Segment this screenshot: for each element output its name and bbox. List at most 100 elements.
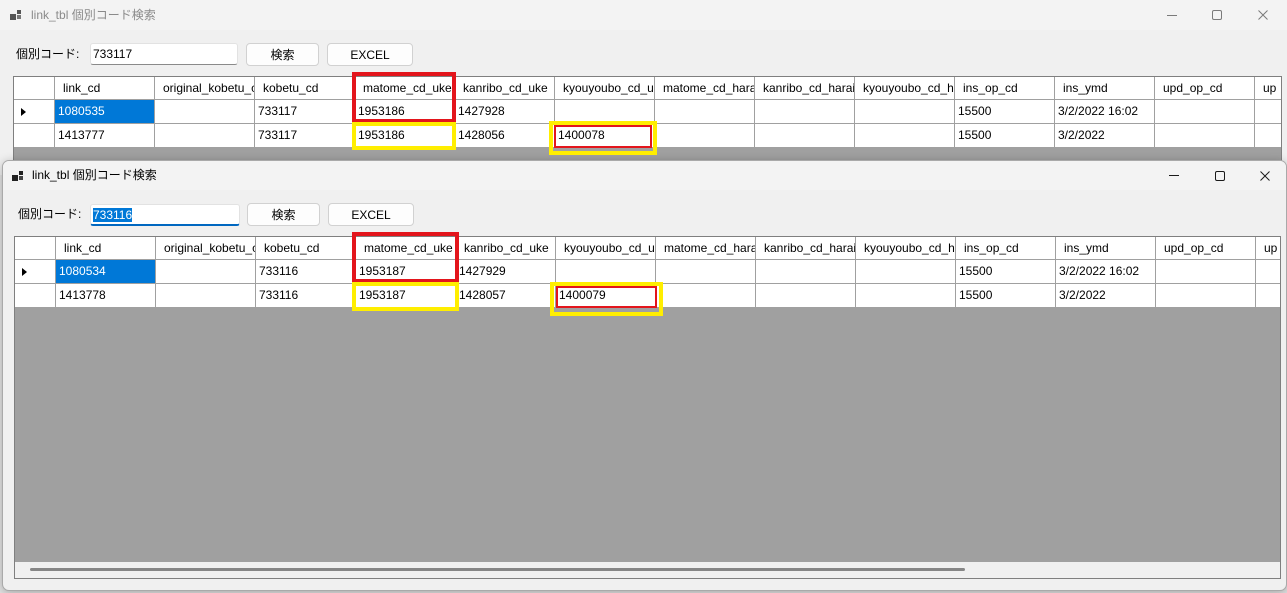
column-header-ins-ymd[interactable]: ins_ymd bbox=[1055, 77, 1155, 100]
cell-upd-op-cd[interactable] bbox=[1156, 284, 1256, 308]
column-header-kyouyoubo-cd-u[interactable]: kyouyoubo_cd_u bbox=[556, 237, 656, 260]
excel-export-button[interactable]: EXCEL bbox=[328, 203, 414, 226]
cell-kanribo-cd-harai[interactable] bbox=[756, 284, 856, 308]
column-header-kyouyoubo-cd-h[interactable]: kyouyoubo_cd_h bbox=[855, 77, 955, 100]
row-header[interactable] bbox=[15, 284, 56, 308]
cell-ins-ymd[interactable]: 3/2/2022 16:02 bbox=[1055, 100, 1155, 124]
cell-kyouyoubo-cd-h[interactable] bbox=[856, 260, 956, 284]
column-header-kyouyoubo-cd-u[interactable]: kyouyoubo_cd_u bbox=[555, 77, 655, 100]
cell-original-kobetu-c[interactable] bbox=[156, 284, 256, 308]
column-header-kobetu-cd[interactable]: kobetu_cd bbox=[255, 77, 355, 100]
column-header-ins-op-cd[interactable]: ins_op_cd bbox=[956, 237, 1056, 260]
cell-matome-cd-hara[interactable] bbox=[656, 260, 756, 284]
cell-kobetu-cd[interactable]: 733116 bbox=[256, 260, 356, 284]
cell-ins-op-cd[interactable]: 15500 bbox=[956, 260, 1056, 284]
cell-ins-op-cd[interactable]: 15500 bbox=[956, 284, 1056, 308]
cell-kanribo-cd-harai[interactable] bbox=[755, 124, 855, 148]
close-button[interactable] bbox=[1240, 0, 1286, 30]
cell-matome-cd-uke[interactable]: 1953187 bbox=[356, 260, 456, 284]
cell-kyouyoubo-cd-h[interactable] bbox=[855, 124, 955, 148]
cell-matome-cd-hara[interactable] bbox=[656, 284, 756, 308]
cell-up[interactable] bbox=[1256, 284, 1280, 308]
title-bar[interactable]: link_tbl 個別コード検索 bbox=[0, 0, 1287, 30]
column-header-up[interactable]: up bbox=[1255, 77, 1281, 100]
cell-original-kobetu-c[interactable] bbox=[155, 100, 255, 124]
column-header-original-kobetu-c[interactable]: original_kobetu_c bbox=[155, 77, 255, 100]
cell-kanribo-cd-uke[interactable]: 1428056 bbox=[455, 124, 555, 148]
table-row[interactable]: 1080535 733117 1953186 1427928 15500 3/2/2022… bbox=[14, 100, 1281, 124]
column-header-kanribo-cd-uke[interactable]: kanribo_cd_uke bbox=[455, 77, 555, 100]
cell-kyouyoubo-cd-u[interactable]: 1400078 bbox=[555, 124, 655, 148]
cell-ins-ymd[interactable]: 3/2/2022 16:02 bbox=[1056, 260, 1156, 284]
maximize-button[interactable] bbox=[1197, 161, 1243, 190]
column-header-kanribo-cd-harai[interactable]: kanribo_cd_harai bbox=[755, 77, 855, 100]
column-header-matome-cd-hara[interactable]: matome_cd_hara bbox=[656, 237, 756, 260]
cell-link-cd[interactable]: 1080534 bbox=[56, 260, 156, 284]
cell-kyouyoubo-cd-u[interactable] bbox=[555, 100, 655, 124]
cell-kanribo-cd-harai[interactable] bbox=[756, 260, 856, 284]
cell-matome-cd-uke[interactable]: 1953186 bbox=[355, 100, 455, 124]
cell-kobetu-cd[interactable]: 733117 bbox=[255, 124, 355, 148]
column-header-kanribo-cd-uke[interactable]: kanribo_cd_uke bbox=[456, 237, 556, 260]
minimize-button[interactable] bbox=[1149, 0, 1195, 30]
column-header-kobetu-cd[interactable]: kobetu_cd bbox=[256, 237, 356, 260]
cell-upd-op-cd[interactable] bbox=[1155, 100, 1255, 124]
cell-kobetu-cd[interactable]: 733117 bbox=[255, 100, 355, 124]
cell-up[interactable] bbox=[1255, 100, 1281, 124]
cell-kyouyoubo-cd-u[interactable]: 1400079 bbox=[556, 284, 656, 308]
cell-kobetu-cd[interactable]: 733116 bbox=[256, 284, 356, 308]
cell-ins-op-cd[interactable]: 15500 bbox=[955, 124, 1055, 148]
cell-kanribo-cd-uke[interactable]: 1427929 bbox=[456, 260, 556, 284]
cell-kanribo-cd-uke[interactable]: 1428057 bbox=[456, 284, 556, 308]
kobetu-code-input[interactable]: 733116 bbox=[90, 204, 240, 226]
table-row[interactable]: 1080534 733116 1953187 1427929 15500 3/2/2022… bbox=[15, 260, 1280, 284]
cell-matome-cd-hara[interactable] bbox=[655, 124, 755, 148]
cell-kyouyoubo-cd-u[interactable] bbox=[556, 260, 656, 284]
grid-corner-cell[interactable] bbox=[15, 237, 56, 260]
cell-up[interactable] bbox=[1255, 124, 1281, 148]
cell-kyouyoubo-cd-h[interactable] bbox=[855, 100, 955, 124]
column-header-matome-cd-uke[interactable]: matome_cd_uke bbox=[356, 237, 456, 260]
cell-matome-cd-uke[interactable]: 1953186 bbox=[355, 124, 455, 148]
cell-matome-cd-hara[interactable] bbox=[655, 100, 755, 124]
cell-kanribo-cd-uke[interactable]: 1427928 bbox=[455, 100, 555, 124]
row-header[interactable] bbox=[14, 100, 55, 124]
cell-matome-cd-uke[interactable]: 1953187 bbox=[356, 284, 456, 308]
maximize-button[interactable] bbox=[1194, 0, 1240, 30]
cell-ins-ymd[interactable]: 3/2/2022 bbox=[1055, 124, 1155, 148]
column-header-ins-ymd[interactable]: ins_ymd bbox=[1056, 237, 1156, 260]
cell-upd-op-cd[interactable] bbox=[1156, 260, 1256, 284]
cell-original-kobetu-c[interactable] bbox=[155, 124, 255, 148]
cell-original-kobetu-c[interactable] bbox=[156, 260, 256, 284]
cell-link-cd[interactable]: 1413778 bbox=[56, 284, 156, 308]
table-row[interactable]: 1413778 733116 1953187 1428057 1400079 15500 3… bbox=[15, 284, 1280, 308]
cell-kanribo-cd-harai[interactable] bbox=[755, 100, 855, 124]
table-row[interactable]: 1413777 733117 1953186 1428056 1400078 15500 3… bbox=[14, 124, 1281, 148]
minimize-button[interactable] bbox=[1151, 161, 1197, 190]
cell-ins-ymd[interactable]: 3/2/2022 bbox=[1056, 284, 1156, 308]
cell-up[interactable] bbox=[1256, 260, 1280, 284]
results-grid[interactable]: link_cd original_kobetu_c kobetu_cd matome_… bbox=[14, 236, 1281, 579]
column-header-kanribo-cd-harai[interactable]: kanribo_cd_harai bbox=[756, 237, 856, 260]
cell-link-cd[interactable]: 1080535 bbox=[55, 100, 155, 124]
column-header-original-kobetu-c[interactable]: original_kobetu_c bbox=[156, 237, 256, 260]
cell-link-cd[interactable]: 1413777 bbox=[55, 124, 155, 148]
search-button[interactable]: 検索 bbox=[247, 203, 320, 226]
grid-corner-cell[interactable] bbox=[14, 77, 55, 100]
column-header-link-cd[interactable]: link_cd bbox=[56, 237, 156, 260]
column-header-upd-op-cd[interactable]: upd_op_cd bbox=[1155, 77, 1255, 100]
cell-upd-op-cd[interactable] bbox=[1155, 124, 1255, 148]
row-header[interactable] bbox=[14, 124, 55, 148]
scrollbar-thumb[interactable] bbox=[30, 568, 965, 571]
column-header-upd-op-cd[interactable]: upd_op_cd bbox=[1156, 237, 1256, 260]
horizontal-scrollbar[interactable] bbox=[15, 562, 1280, 578]
search-button[interactable]: 検索 bbox=[246, 43, 319, 66]
excel-export-button[interactable]: EXCEL bbox=[327, 43, 413, 66]
cell-kyouyoubo-cd-h[interactable] bbox=[856, 284, 956, 308]
column-header-up[interactable]: up bbox=[1256, 237, 1280, 260]
column-header-matome-cd-hara[interactable]: matome_cd_hara bbox=[655, 77, 755, 100]
column-header-matome-cd-uke[interactable]: matome_cd_uke bbox=[355, 77, 455, 100]
kobetu-code-input[interactable]: 733117 bbox=[90, 43, 238, 65]
column-header-link-cd[interactable]: link_cd bbox=[55, 77, 155, 100]
close-button[interactable] bbox=[1243, 161, 1286, 190]
